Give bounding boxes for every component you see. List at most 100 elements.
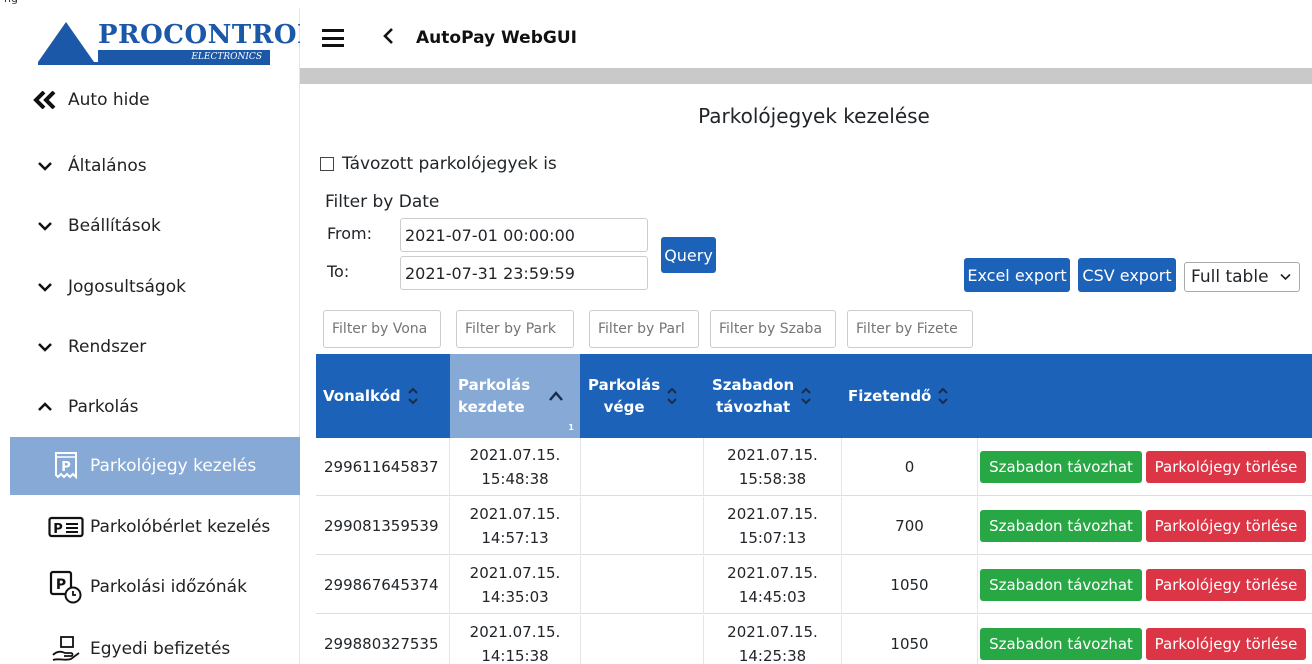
cell-free-time: 14:25:38 xyxy=(738,647,807,664)
cell-amount: 0 xyxy=(904,458,915,476)
procontrol-logo[interactable]: PROCONTROL ELECTRONICS xyxy=(38,14,315,70)
sidebar-section-jogosultsagok[interactable]: Jogosultságok xyxy=(0,259,300,315)
sidebar-section-label: Parkolás xyxy=(68,397,139,417)
sidebar-section-label: Általános xyxy=(68,156,147,176)
cell-start: 2021.07.15. 14:57:13 xyxy=(450,497,580,555)
filter-start-input[interactable] xyxy=(456,310,574,348)
cell-start: 2021.07.15. 15:48:38 xyxy=(450,438,580,496)
col-header-line2: távozhat xyxy=(716,398,791,416)
main-content: Parkolójegyek kezelése Távozott parkolój… xyxy=(316,84,1312,664)
from-label: From: xyxy=(327,224,373,243)
filter-end-input[interactable] xyxy=(589,310,699,348)
table-row: 299880327535 2021.07.15. 14:15:38 2021.07… xyxy=(316,615,1312,664)
chevron-left-icon[interactable] xyxy=(382,26,394,51)
sidebar-item-egyedi-befizetes[interactable]: Egyedi befizetés xyxy=(10,620,300,664)
top-header: AutoPay WebGUI xyxy=(300,8,1312,68)
col-header-start[interactable]: Parkolás kezdete 1 xyxy=(450,354,580,438)
sidebar-item-parkolasi-idozonak[interactable]: P Parkolási időzónák xyxy=(10,558,300,616)
col-header-label: Vonalkód xyxy=(323,387,401,405)
free-leave-button[interactable]: Szabadon távozhat xyxy=(980,451,1142,483)
sort-ascending-icon xyxy=(548,390,564,402)
departed-tickets-checkbox-row[interactable]: Távozott parkolójegyek is xyxy=(320,154,557,174)
sidebar-item-label: Egyedi befizetés xyxy=(90,639,231,659)
cell-free-leave: 2021.07.15. 14:25:38 xyxy=(704,615,841,664)
query-button[interactable]: Query xyxy=(661,237,716,273)
sidebar-section-beallitasok[interactable]: Beállítások xyxy=(0,198,300,254)
sidebar-item-label: Parkolási időzónák xyxy=(90,577,247,597)
cell-free-date: 2021.07.15. xyxy=(727,446,818,464)
col-header-line2: kezdete xyxy=(458,398,525,416)
table-view-select[interactable]: Full table xyxy=(1184,262,1300,292)
cell-start-time: 14:57:13 xyxy=(481,529,549,547)
cell-end xyxy=(581,438,703,496)
sidebar-item-label: Parkolóbérlet kezelés xyxy=(90,517,271,537)
col-header-label: Parkolás kezdete xyxy=(458,374,530,418)
double-chevron-left-icon xyxy=(32,91,58,109)
top-strip: ng xyxy=(0,0,1312,8)
cell-end xyxy=(581,497,703,555)
cell-free-date: 2021.07.15. xyxy=(727,623,818,641)
delete-ticket-button[interactable]: Parkolójegy törlése xyxy=(1146,451,1306,483)
cell-start-date: 2021.07.15. xyxy=(469,446,561,464)
free-leave-button[interactable]: Szabadon távozhat xyxy=(980,569,1142,601)
departed-tickets-label: Távozott parkolójegyek is xyxy=(342,154,557,174)
excel-export-button[interactable]: Excel export xyxy=(964,258,1070,292)
cell-free-leave: 2021.07.15. 15:58:38 xyxy=(704,438,841,496)
col-header-end[interactable]: Parkolás vége xyxy=(581,354,703,438)
sidebar-item-parkolojegy-kezeles[interactable]: P Parkolójegy kezelés xyxy=(10,437,300,495)
cell-start: 2021.07.15. 14:15:38 xyxy=(450,615,580,664)
sidebar-item-parkoloberlet-kezeles[interactable]: P Parkolóbérlet kezelés xyxy=(10,498,300,556)
logo-brand: PROCONTROL xyxy=(98,20,316,50)
from-date-input[interactable] xyxy=(400,218,648,252)
departed-tickets-checkbox[interactable] xyxy=(320,157,334,171)
cell-start-time: 14:35:03 xyxy=(481,588,549,606)
table-row: 299081359539 2021.07.15. 14:57:13 2021.07… xyxy=(316,497,1312,555)
cell-barcode: 299081359539 xyxy=(324,517,439,535)
sidebar-section-parkolas[interactable]: Parkolás xyxy=(0,379,300,435)
sidebar-section-rendszer[interactable]: Rendszer xyxy=(0,319,300,375)
col-header-line1: Parkolás xyxy=(588,376,661,394)
chevron-down-icon xyxy=(1280,270,1291,284)
col-header-label: Fizetendő xyxy=(848,387,932,405)
hamburger-menu-icon[interactable] xyxy=(322,29,344,47)
free-leave-button[interactable]: Szabadon távozhat xyxy=(980,510,1142,542)
chevron-down-icon xyxy=(32,281,58,293)
table-row: 299867645374 2021.07.15. 14:35:03 2021.07… xyxy=(316,556,1312,614)
auto-hide-toggle[interactable]: Auto hide xyxy=(0,72,300,128)
sort-updown-icon xyxy=(407,386,419,406)
col-header-line1: Szabadon xyxy=(712,376,795,394)
cell-start-date: 2021.07.15. xyxy=(469,564,561,582)
filter-barcode-input[interactable] xyxy=(323,310,441,348)
delete-ticket-button[interactable]: Parkolójegy törlése xyxy=(1146,510,1306,542)
parking-ticket-icon: P xyxy=(48,450,84,482)
delete-ticket-button[interactable]: Parkolójegy törlése xyxy=(1146,569,1306,601)
col-header-amount[interactable]: Fizetendő xyxy=(842,354,977,438)
cell-start: 2021.07.15. 14:35:03 xyxy=(450,556,580,614)
filter-free-leave-input[interactable] xyxy=(710,310,836,348)
cell-free-time: 15:58:38 xyxy=(738,470,807,488)
cell-free-leave: 2021.07.15. 14:45:03 xyxy=(704,556,841,614)
sort-updown-icon xyxy=(937,386,949,406)
cell-start-date: 2021.07.15. xyxy=(469,505,561,523)
col-header-line1: Parkolás xyxy=(458,376,531,394)
col-header-free-leave[interactable]: Szabadon távozhat xyxy=(704,354,841,438)
col-header-barcode[interactable]: Vonalkód xyxy=(316,354,449,438)
sidebar-section-altalanos[interactable]: Általános xyxy=(0,138,300,194)
cell-end xyxy=(581,615,703,664)
cell-free-time: 15:07:13 xyxy=(738,529,807,547)
table-view-select-value: Full table xyxy=(1191,267,1269,287)
cell-barcode: 299880327535 xyxy=(324,635,439,653)
sort-priority-number: 1 xyxy=(568,423,574,432)
cell-free-time: 14:45:03 xyxy=(738,588,807,606)
auto-hide-label: Auto hide xyxy=(68,90,150,110)
csv-export-button[interactable]: CSV export xyxy=(1078,258,1176,292)
payment-hand-icon xyxy=(48,633,84,664)
cell-start-time: 14:15:38 xyxy=(481,647,549,664)
svg-text:P: P xyxy=(56,577,66,593)
to-date-input[interactable] xyxy=(400,256,648,290)
free-leave-button[interactable]: Szabadon távozhat xyxy=(980,628,1142,660)
delete-ticket-button[interactable]: Parkolójegy törlése xyxy=(1146,628,1306,660)
cell-free-date: 2021.07.15. xyxy=(727,564,818,582)
filter-amount-input[interactable] xyxy=(847,310,973,348)
cell-barcode: 299611645837 xyxy=(324,458,439,476)
